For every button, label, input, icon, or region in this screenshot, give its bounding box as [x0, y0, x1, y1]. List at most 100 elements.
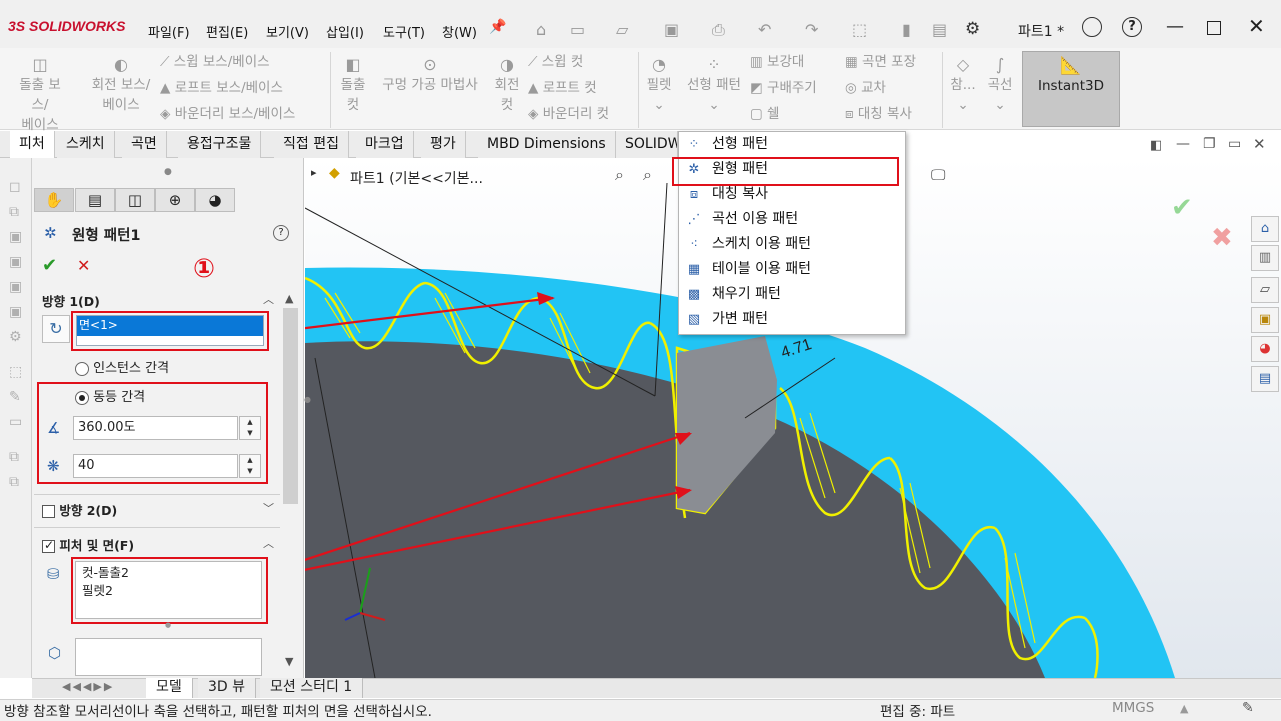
doc-restore-button[interactable]: ❐ [1203, 136, 1216, 152]
tab-3d-views[interactable]: 3D 뷰 [198, 678, 257, 698]
rib-button[interactable]: ▥ 보강대 [750, 52, 804, 72]
feature-list-item[interactable]: 컷-돌출2 [82, 564, 255, 582]
tab-surfaces[interactable]: 곡면 [122, 131, 167, 158]
save-icon[interactable]: ▣ [664, 20, 679, 39]
direction2-header[interactable]: 방향 2(D) [42, 500, 117, 519]
features-faces-header[interactable]: 피처 및 면(F) [42, 535, 134, 554]
tab-weldments[interactable]: 용접구조물 [178, 131, 262, 158]
instant3d-button[interactable]: 📐 Instant3D [1022, 51, 1120, 127]
cancel-x-icon[interactable]: ✕ [77, 256, 90, 275]
display-manager-tab-icon[interactable]: ◕ [195, 188, 235, 212]
fillet-dropdown-icon[interactable]: ⌄ [642, 95, 676, 115]
boundary-cut-button[interactable]: ◈ 바운더리 컷 [528, 104, 609, 124]
solidworks-logo[interactable]: 3S SOLIDWORKS [8, 18, 125, 34]
task-pane-design-library-icon[interactable]: ▥ [1251, 245, 1279, 271]
strip-face-icon[interactable]: ◻ [9, 175, 22, 200]
minimize-button[interactable]: — [1166, 16, 1184, 37]
draft-button[interactable]: ◩ 구배주기 [750, 78, 817, 98]
features-faces-collapse-chevron-icon[interactable]: ︿ [263, 535, 274, 551]
panel-handle-icon[interactable]: ● [164, 167, 172, 177]
wrap-button[interactable]: ▦ 곡면 포장 [845, 52, 916, 72]
panel-splitter-handle[interactable]: ● [304, 395, 311, 404]
redo-icon[interactable]: ↷ [805, 20, 818, 39]
hole-wizard-button[interactable]: ⊙ 구멍 가공 마법사 [376, 55, 484, 95]
strip-monitor-icon[interactable]: ▭ [9, 410, 22, 435]
boundary-boss-button[interactable]: ◈ 바운더리 보스/베이스 [160, 104, 295, 124]
task-pane-custom-properties-icon[interactable]: ▤ [1251, 366, 1279, 392]
menu-file[interactable]: 파일(F) [148, 22, 190, 41]
lofted-boss-button[interactable]: ▲ 로프트 보스/베이스 [160, 78, 283, 98]
direction2-checkbox[interactable] [42, 505, 55, 518]
configuration-manager-tab-icon[interactable]: ◫ [115, 188, 155, 212]
strip-select-icon[interactable]: ⬚ [9, 360, 22, 385]
mirror-button[interactable]: ⧈ 대칭 복사 [845, 104, 912, 124]
task-pane-home-icon[interactable]: ⌂ [1251, 216, 1279, 242]
units-dropdown-icon[interactable]: ▲ [1180, 702, 1188, 715]
lofted-cut-button[interactable]: ▲ 로프트 컷 [528, 78, 597, 98]
linear-pattern-button[interactable]: ⁘ 선형 패턴 ⌄ [682, 55, 746, 115]
reference-geometry-button[interactable]: ◇ 참... ⌄ [948, 55, 978, 115]
tab-motion-study-1[interactable]: 모션 스터디 1 [260, 678, 364, 698]
ok-check-icon[interactable]: ✔ [42, 255, 57, 276]
select-icon[interactable]: ⬚ [852, 20, 867, 39]
maximize-button[interactable] [1207, 21, 1221, 35]
task-pane-appearances-icon[interactable]: ◕ [1251, 336, 1279, 362]
extruded-cut-button[interactable]: ◧ 돌출 컷 [336, 55, 370, 115]
tab-direct-editing[interactable]: 직접 편집 [274, 131, 349, 158]
print-icon[interactable]: ⎙ [712, 20, 725, 40]
zoom-to-fit-icon[interactable]: ⌕ [615, 165, 624, 185]
equal-spacing-option[interactable]: 동등 간격 [75, 386, 145, 405]
tree-expand-icon[interactable]: ▸ [311, 166, 317, 179]
direction-reference-field[interactable]: 면<1> [76, 315, 264, 346]
features-faces-checkbox[interactable] [42, 538, 55, 553]
strip-box4-icon[interactable]: ▣ [9, 300, 22, 325]
tab-mbd-dimensions[interactable]: MBD Dimensions [478, 131, 616, 158]
strip-box1-icon[interactable]: ▣ [9, 225, 22, 250]
direction2-expand-chevron-icon[interactable]: ﹀ [263, 500, 274, 516]
doc-maximize-button[interactable]: ▭ [1228, 136, 1241, 152]
reverse-direction-icon[interactable]: ↻ [42, 315, 70, 343]
task-pane-view-palette-icon[interactable]: ▣ [1251, 307, 1279, 333]
faces-list[interactable] [75, 638, 262, 676]
rebuild-icon[interactable]: ▮ [902, 20, 911, 39]
dropdown-item-table-pattern[interactable]: ▦ 테이블 이용 패턴 [684, 257, 898, 282]
pin-icon[interactable]: 📌 [489, 19, 506, 35]
strip-copy-icon[interactable]: ⧉ [9, 200, 22, 225]
dimxpert-tab-icon[interactable]: ⊕ [155, 188, 195, 212]
strip-stack2-icon[interactable]: ⧉ [9, 470, 22, 495]
property-manager-tab-icon[interactable]: ▤ [75, 188, 115, 212]
pm-help-icon[interactable]: ? [273, 225, 289, 241]
curves-dropdown-icon[interactable]: ⌄ [984, 95, 1016, 115]
intersect-button[interactable]: ◎ 교차 [845, 78, 886, 98]
menu-view[interactable]: 보기(V) [266, 22, 309, 41]
menu-tools[interactable]: 도구(T) [383, 22, 425, 41]
zoom-to-area-icon[interactable]: ⌕ [643, 165, 652, 185]
equal-spacing-radio[interactable] [75, 390, 89, 405]
undo-icon[interactable]: ↶ [758, 20, 771, 39]
instance-spacing-radio[interactable] [75, 361, 89, 376]
instance-spacing-option[interactable]: 인스턴스 간격 [75, 357, 169, 376]
feature-list-item[interactable]: 필렛2 [82, 582, 255, 600]
open-icon[interactable]: ▱ [616, 20, 628, 39]
direction1-title[interactable]: 방향 1(D) [42, 291, 100, 310]
menu-insert[interactable]: 삽입(I) [326, 22, 364, 41]
menu-edit[interactable]: 편집(E) [206, 22, 248, 41]
pm-scrollbar-thumb[interactable] [283, 308, 298, 504]
dropdown-item-curve-pattern[interactable]: ⋰ 곡선 이용 패턴 [684, 207, 898, 232]
revolved-cut-button[interactable]: ◑ 회전 컷 [490, 55, 524, 115]
extruded-boss-button[interactable]: ◫ 돌출 보스/ 베이스 [12, 55, 68, 135]
close-button[interactable]: ✕ [1248, 14, 1265, 38]
tab-markup[interactable]: 마크업 [356, 131, 414, 158]
status-units[interactable]: MMGS [1112, 700, 1154, 716]
list-resize-handle-icon[interactable]: ● [165, 621, 171, 629]
strip-box2-icon[interactable]: ▣ [9, 250, 22, 275]
tab-features[interactable]: 피처 [10, 131, 55, 158]
display-settings-icon[interactable]: 🖵 [931, 166, 945, 184]
options-gear-icon[interactable]: ⚙ [965, 19, 980, 39]
dropdown-item-variable-pattern[interactable]: ▧ 가변 패턴 [684, 307, 898, 332]
tab-sketch[interactable]: 스케치 [57, 131, 115, 158]
curves-button[interactable]: ∫ 곡선 ⌄ [984, 55, 1016, 115]
swept-cut-button[interactable]: ⟋ 스윕 컷 [528, 52, 583, 72]
revolved-boss-button[interactable]: ◐ 회전 보스/ 베이스 [86, 55, 156, 115]
pm-scroll-up-icon[interactable]: ▲ [285, 292, 293, 305]
